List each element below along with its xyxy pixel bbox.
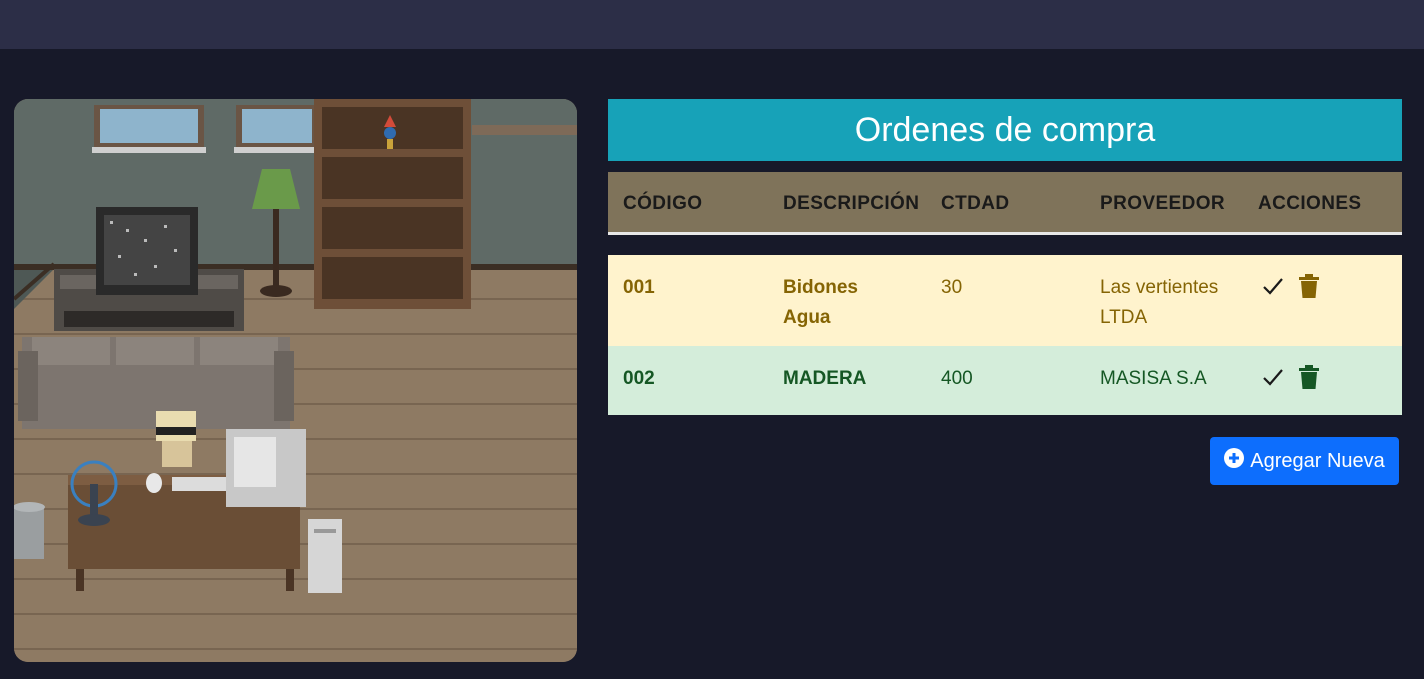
cell-codigo: 002 xyxy=(623,368,655,389)
cell-codigo: 001 xyxy=(623,277,655,298)
cell-proveedor-line2: LTDA xyxy=(1100,307,1148,328)
column-header-codigo: CÓDIGO xyxy=(623,193,703,214)
cell-ctdad: 400 xyxy=(941,368,973,389)
check-icon[interactable] xyxy=(1260,273,1286,299)
row-actions xyxy=(1260,364,1322,390)
pixel-art-office-scene xyxy=(14,99,577,662)
cell-descripcion: Bidones Agua xyxy=(783,273,858,333)
table-row: 001 Bidones Agua 30 Las vertientes LTDA xyxy=(608,255,1402,346)
column-header-descripcion: DESCRIPCIÓN xyxy=(783,193,920,214)
column-header-proveedor: PROVEEDOR xyxy=(1100,193,1226,214)
cell-proveedor: Las vertientes LTDA xyxy=(1100,273,1218,333)
add-new-button[interactable]: Agregar Nueva xyxy=(1210,437,1399,485)
table-row: 002 MADERA 400 MASISA S.A xyxy=(608,346,1402,415)
trash-icon[interactable] xyxy=(1296,273,1322,299)
column-header-acciones: ACCIONES xyxy=(1258,193,1362,214)
cell-proveedor-line1: Las vertientes xyxy=(1100,277,1219,298)
cell-ctdad: 30 xyxy=(941,277,963,298)
cell-descripcion: MADERA xyxy=(783,368,867,389)
check-icon[interactable] xyxy=(1260,364,1286,390)
add-new-button-label: Agregar Nueva xyxy=(1250,449,1385,472)
page-title: Ordenes de compra xyxy=(608,99,1402,161)
plus-circle-icon xyxy=(1224,448,1245,474)
column-header-ctdad: CTDAD xyxy=(941,193,1010,214)
trash-icon[interactable] xyxy=(1296,364,1322,390)
top-navbar xyxy=(0,0,1424,49)
row-actions xyxy=(1260,273,1322,299)
cell-descripcion-line2: Agua xyxy=(783,307,831,328)
table-header: CÓDIGO DESCRIPCIÓN CTDAD PROVEEDOR ACCIO… xyxy=(608,172,1402,235)
cell-descripcion-line1: Bidones xyxy=(783,277,858,298)
cell-proveedor: MASISA S.A xyxy=(1100,368,1207,389)
